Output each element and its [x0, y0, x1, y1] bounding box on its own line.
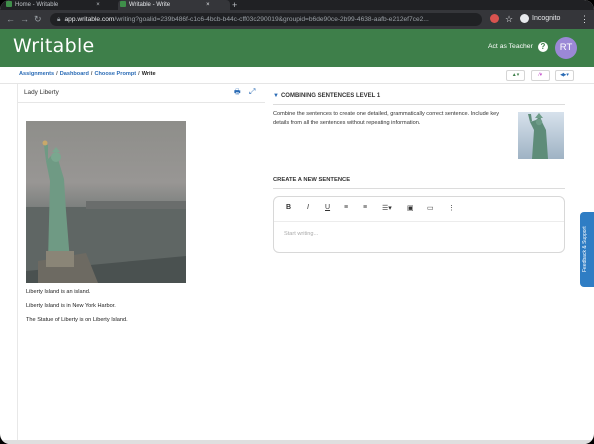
reading-panel: Lady Liberty 🖶︎ ⤢ Liberty Island is an i…: [17, 84, 266, 440]
toolbar-dropdown-1[interactable]: ▲▾: [506, 70, 525, 81]
underline-button[interactable]: U: [325, 204, 330, 211]
reading-sentence: Liberty Island is in New York Harbor.: [26, 303, 116, 309]
feedback-support-label: Feedback & Support: [582, 226, 588, 272]
writable-favicon-icon: [120, 1, 126, 8]
bookmark-star-icon[interactable]: ☆: [505, 13, 513, 25]
toolbar-dropdown-3[interactable]: ◀▸▾: [555, 70, 574, 81]
incognito-icon: [520, 13, 529, 23]
address-bar-row: ← → ↻ 🔒︎ app.writable.com/writing?goalid=…: [0, 10, 594, 29]
incognito-indicator[interactable]: Incognito: [520, 13, 560, 25]
act-as-teacher-link[interactable]: Act as Teacher: [488, 43, 533, 50]
writable-logo[interactable]: Writable: [13, 35, 95, 57]
tab-home[interactable]: Home - Writable ×: [6, 0, 116, 10]
align-center-button[interactable]: ≡: [363, 204, 367, 211]
prompt-instructions: Combine the sentences to create one deta…: [273, 111, 500, 126]
print-icon[interactable]: 🖶︎: [234, 88, 241, 99]
divider: [273, 104, 565, 105]
insert-image-icon[interactable]: ▣: [407, 204, 414, 212]
statue-of-liberty-photo: [26, 121, 186, 283]
avatar[interactable]: RT: [555, 37, 577, 59]
close-tab-icon[interactable]: ×: [206, 2, 210, 8]
breadcrumb-bar: Assignments / Dashboard / Choose Prompt / Writ…: [0, 67, 594, 84]
breadcrumb: Assignments / Dashboard / Choose Prompt / Writ…: [19, 71, 156, 77]
url-field[interactable]: 🔒︎ app.writable.com/writing?goalid=239b48…: [50, 13, 482, 26]
list-dropdown-button[interactable]: ☰▾: [382, 204, 392, 212]
sentence-editor[interactable]: B I U ≡ ≡ ☰▾ ▣ ▭ ⋮ Start writing...: [273, 196, 565, 253]
breadcrumb-separator: /: [56, 71, 58, 77]
align-left-button[interactable]: ≡: [344, 204, 348, 211]
tab-write[interactable]: Writable - Write ×: [118, 0, 230, 10]
breadcrumb-assignments[interactable]: Assignments: [19, 71, 54, 77]
more-options-icon[interactable]: ⋮: [448, 204, 455, 212]
help-icon[interactable]: ?: [538, 42, 548, 52]
browser-window: Home - Writable × Writable - Write × + ← →…: [0, 0, 594, 444]
reload-icon[interactable]: ↻: [34, 13, 42, 25]
toolbar-dropdown-2[interactable]: ⁄▾: [531, 70, 550, 81]
collapse-triangle-icon: ▼: [273, 93, 279, 99]
extension-icon[interactable]: [490, 14, 499, 23]
bottom-border: [0, 440, 594, 444]
writable-favicon-icon: [6, 1, 12, 8]
italic-button[interactable]: I: [307, 204, 309, 211]
tab-strip: Home - Writable × Writable - Write × +: [0, 0, 594, 10]
create-sentence-heading: CREATE A NEW SENTENCE: [273, 177, 351, 183]
reading-sentence: The Statue of Liberty is on Liberty Isla…: [26, 317, 128, 323]
close-tab-icon[interactable]: ×: [96, 2, 100, 8]
breadcrumb-current: Write: [141, 71, 156, 77]
statue-thumbnail-image: [518, 112, 564, 159]
url-host: app.writable.com: [64, 16, 115, 23]
reading-sentence: Liberty Island is an island.: [26, 289, 91, 295]
lock-icon: 🔒︎: [57, 16, 61, 23]
breadcrumb-separator: /: [138, 71, 140, 77]
editor-divider: [274, 221, 564, 222]
forward-icon[interactable]: →: [20, 13, 29, 25]
app-header: Writable Act as Teacher ? RT: [0, 29, 594, 67]
reading-panel-header: Lady Liberty 🖶︎ ⤢: [18, 84, 265, 103]
incognito-label: Incognito: [532, 15, 561, 22]
insert-video-icon[interactable]: ▭: [427, 204, 434, 212]
browser-menu-icon[interactable]: ⋮: [580, 13, 589, 25]
prompt-section-header[interactable]: ▼ COMBINING SENTENCES LEVEL 1: [273, 93, 380, 99]
divider: [273, 188, 565, 189]
tab-label: Writable - Write: [129, 2, 171, 8]
editor-placeholder[interactable]: Start writing...: [284, 231, 318, 237]
writing-panel: ▼ COMBINING SENTENCES LEVEL 1 Combine the…: [265, 84, 580, 440]
new-tab-button[interactable]: +: [232, 0, 237, 10]
breadcrumb-choose-prompt[interactable]: Choose Prompt: [94, 71, 136, 77]
reading-title: Lady Liberty: [24, 89, 59, 96]
expand-icon[interactable]: ⤢: [249, 87, 255, 97]
breadcrumb-separator: /: [90, 71, 93, 77]
back-icon[interactable]: ←: [6, 13, 15, 25]
bold-button[interactable]: B: [286, 204, 291, 211]
breadcrumb-dashboard[interactable]: Dashboard: [60, 71, 89, 77]
tab-label: Home - Writable: [15, 2, 59, 8]
prompt-section-title: COMBINING SENTENCES LEVEL 1: [280, 93, 381, 99]
feedback-support-tab[interactable]: Feedback & Support: [580, 212, 594, 287]
url-path: /writing?goalid=239b486f-c1c6-4bcb-b44c-…: [114, 16, 429, 23]
